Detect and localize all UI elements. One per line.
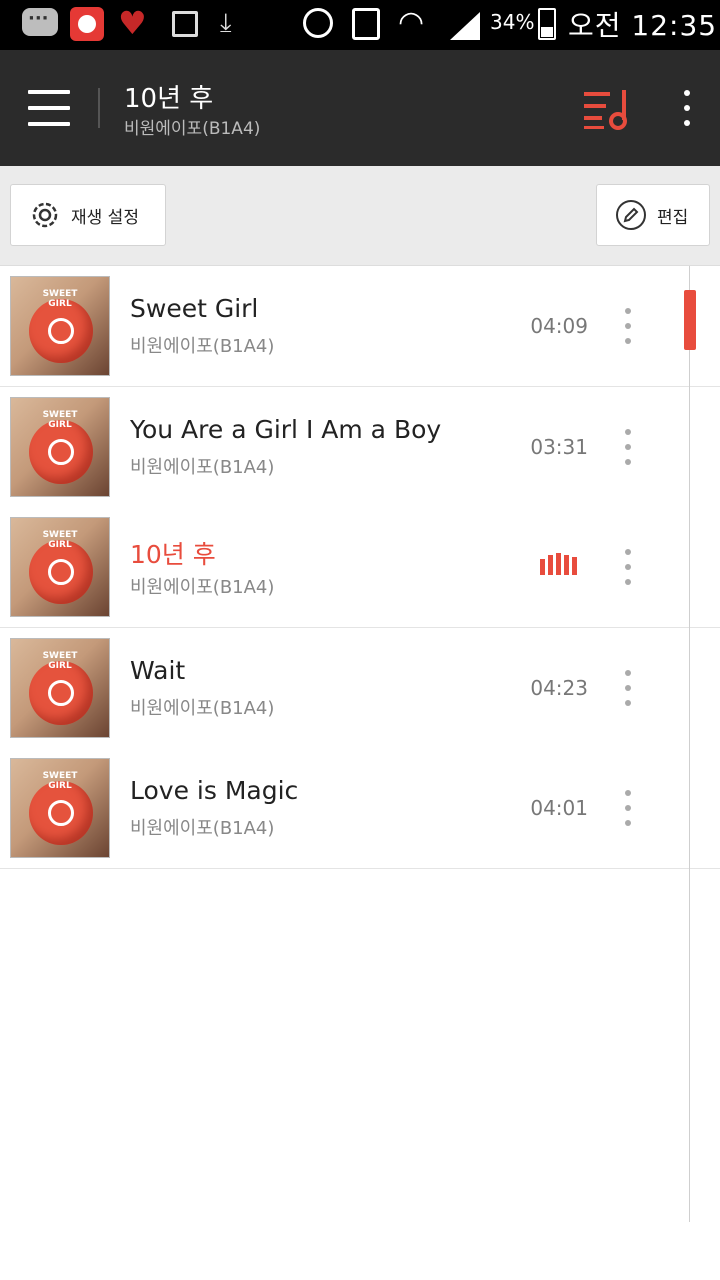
battery-icon xyxy=(538,8,556,40)
row-more-icon[interactable] xyxy=(616,547,640,587)
song-artist: 비원에이포(B1A4) xyxy=(130,456,275,478)
song-artist: 비원에이포(B1A4) xyxy=(130,336,275,357)
now-playing-title: 10년 후 xyxy=(124,84,214,114)
playlist-row[interactable]: SWEET GIRL Sweet Girl 비원에이포(B1A4) 04:09 xyxy=(0,266,720,387)
song-title: You Are a Girl I Am a Boy xyxy=(130,414,442,444)
album-art: SWEET GIRL xyxy=(10,276,110,376)
wifi-icon: ◠ xyxy=(398,5,425,40)
row-more-icon[interactable] xyxy=(616,788,640,828)
album-art-text-2: GIRL xyxy=(48,299,72,309)
youtube-icon xyxy=(70,7,104,41)
header-divider xyxy=(98,88,100,128)
song-duration: 04:09 xyxy=(530,314,588,338)
clock: 오전 12:35 xyxy=(568,9,718,42)
edit-label: 편집 xyxy=(657,207,689,228)
battery-percent: 34% xyxy=(490,10,535,34)
status-bar: ♥ ⤓ ◠ 34% 오전 12:35 xyxy=(0,0,720,50)
play-settings-button[interactable]: 재생 설정 xyxy=(10,184,166,246)
song-duration: 04:01 xyxy=(530,796,588,820)
song-duration: 03:31 xyxy=(530,434,588,459)
row-more-icon[interactable] xyxy=(616,427,640,467)
row-more-icon[interactable] xyxy=(616,668,640,708)
chat-icon xyxy=(22,8,58,36)
playlist-row[interactable]: SWEET GIRL Love is Magic 비원에이포(B1A4) 04:… xyxy=(0,748,720,869)
pencil-icon xyxy=(616,200,646,230)
album-art-text-2: GIRL xyxy=(48,419,72,430)
album-art-text-2: GIRL xyxy=(48,781,72,791)
toolbar: 재생 설정 편집 xyxy=(0,166,720,266)
album-art-text-2: GIRL xyxy=(48,540,72,550)
app-bar: 10년 후 비원에이포(B1A4) xyxy=(0,50,720,166)
signal-icon xyxy=(450,12,480,40)
download-icon: ⤓ xyxy=(220,8,232,38)
album-art: SWEET GIRL xyxy=(10,758,110,858)
song-duration: 04:23 xyxy=(530,675,588,700)
edit-button[interactable]: 편집 xyxy=(596,184,710,246)
playlist-row[interactable]: SWEET GIRL You Are a Girl I Am a Boy 비원에… xyxy=(0,387,720,507)
song-title: Sweet Girl xyxy=(130,294,259,323)
playlist: SWEET GIRL Sweet Girl 비원에이포(B1A4) 04:09 … xyxy=(0,266,720,869)
now-playing-artist: 비원에이포(B1A4) xyxy=(124,119,261,139)
gallery-icon xyxy=(172,11,198,37)
play-settings-label: 재생 설정 xyxy=(71,207,139,228)
row-more-icon[interactable] xyxy=(616,306,640,346)
song-artist: 비원에이포(B1A4) xyxy=(130,818,275,839)
equalizer-icon xyxy=(540,553,578,575)
menu-icon[interactable] xyxy=(28,90,70,126)
album-art-text-1: SWEET xyxy=(42,650,78,661)
song-title: Wait xyxy=(130,655,186,685)
playlist-row[interactable]: SWEET GIRL Wait 비원에이포(B1A4) 04:23 xyxy=(0,628,720,748)
song-title: 10년 후 xyxy=(130,540,216,569)
album-art-text-1: SWEET xyxy=(42,289,78,299)
album-art-text-1: SWEET xyxy=(42,530,78,540)
song-artist: 비원에이포(B1A4) xyxy=(130,697,275,719)
album-art-text-1: SWEET xyxy=(42,771,78,781)
album-art-text-2: GIRL xyxy=(48,660,72,671)
scrollbar-track xyxy=(689,266,690,1222)
alarm-icon xyxy=(303,8,333,38)
album-art: SWEET GIRL xyxy=(10,517,110,617)
playlist-row[interactable]: SWEET GIRL 10년 후 비원에이포(B1A4) xyxy=(0,507,720,628)
song-artist: 비원에이포(B1A4) xyxy=(130,577,275,598)
gear-icon xyxy=(32,202,58,228)
playlist-icon[interactable] xyxy=(582,88,632,130)
lock-icon xyxy=(352,8,380,40)
more-options-icon[interactable] xyxy=(670,88,704,128)
song-title: Love is Magic xyxy=(130,776,299,805)
album-art-text-1: SWEET xyxy=(42,409,78,420)
album-art: SWEET GIRL xyxy=(10,396,110,497)
heart-icon: ♥ xyxy=(118,4,147,42)
album-art: SWEET GIRL xyxy=(10,637,110,738)
scrollbar-thumb[interactable] xyxy=(684,290,696,350)
